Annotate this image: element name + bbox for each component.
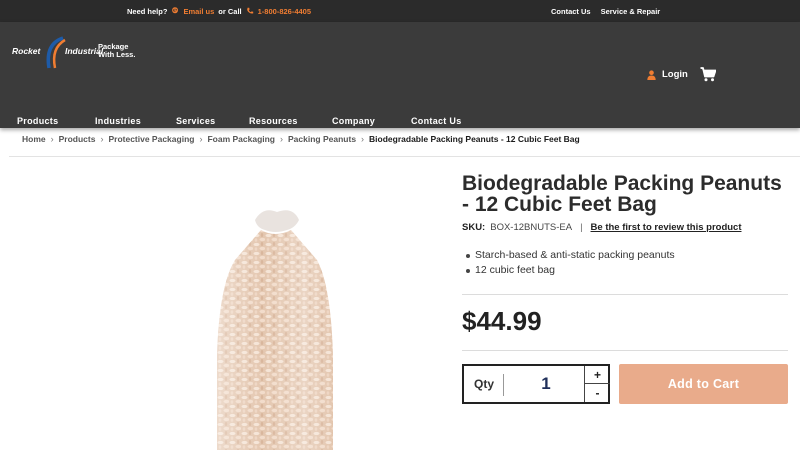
review-link[interactable]: Be the first to review this product — [591, 222, 742, 233]
logo-tagline-line2: With Less. — [98, 50, 136, 59]
main-nav: Products Industries Services Resources C… — [0, 116, 800, 130]
breadcrumb-home[interactable]: Home — [22, 134, 46, 144]
nav-contact-us[interactable]: Contact Us — [411, 116, 462, 126]
sku-label: SKU: — [462, 222, 486, 233]
login-link[interactable]: Login — [647, 69, 688, 80]
breadcrumb-foam-packaging[interactable]: Foam Packaging — [207, 134, 275, 144]
breadcrumb-products[interactable]: Products — [59, 134, 96, 144]
breadcrumb-packing-peanuts[interactable]: Packing Peanuts — [288, 134, 356, 144]
help-contact: Need help? Email us or Call 1-800-826-44… — [127, 0, 311, 22]
qty-separator — [503, 374, 504, 396]
list-item: Starch-based & anti-static packing peanu… — [466, 248, 675, 263]
quantity-stepper: Qty + - — [462, 364, 610, 404]
nav-resources[interactable]: Resources — [249, 116, 298, 126]
qty-decrement-button[interactable]: - — [585, 384, 610, 402]
phone-link[interactable]: 1-800-826-4405 — [258, 7, 311, 16]
breadcrumb-separator-icon: › — [199, 134, 203, 144]
qty-input[interactable] — [508, 372, 584, 396]
breadcrumb-separator-icon: › — [100, 134, 104, 144]
site-header: Rocket Industrial Package With Less. Log… — [0, 22, 800, 128]
breadcrumb-protective-packaging[interactable]: Protective Packaging — [108, 134, 194, 144]
qty-label: Qty — [474, 377, 495, 391]
add-to-cart-button[interactable]: Add to Cart — [619, 364, 788, 404]
login-label: Login — [662, 69, 688, 80]
product-sku-row: SKU: BOX-12BNUTS-EA | Be the first to re… — [462, 222, 742, 233]
product-image[interactable] — [205, 206, 350, 450]
nav-industries[interactable]: Industries — [95, 116, 141, 126]
divider — [462, 350, 788, 351]
top-utility-bar: Need help? Email us or Call 1-800-826-44… — [0, 0, 800, 22]
list-item: 12 cubic feet bag — [466, 263, 675, 278]
sku-value: BOX-12BNUTS-EA — [490, 222, 573, 233]
breadcrumb-current: Biodegradable Packing Peanuts - 12 Cubic… — [369, 134, 580, 144]
email-link[interactable]: Email us — [183, 7, 214, 16]
breadcrumb-divider — [9, 156, 800, 157]
breadcrumb-separator-icon: › — [280, 134, 284, 144]
product-price: $44.99 — [462, 306, 542, 336]
nav-services[interactable]: Services — [176, 116, 215, 126]
cart-icon[interactable] — [700, 67, 716, 82]
need-help-text: Need help? — [127, 6, 168, 16]
nav-products[interactable]: Products — [17, 116, 58, 126]
feature-list: Starch-based & anti-static packing peanu… — [466, 248, 675, 278]
nav-company[interactable]: Company — [332, 116, 375, 126]
breadcrumb-separator-icon: › — [361, 134, 365, 144]
breadcrumb: Home › Products › Protective Packaging ›… — [22, 134, 580, 144]
logo-tagline: Package With Less. — [98, 43, 135, 59]
top-contact-us-link[interactable]: Contact Us — [551, 7, 591, 16]
logo-rocket-text: Rocket — [12, 46, 41, 56]
service-repair-link[interactable]: Service & Repair — [601, 7, 661, 16]
divider — [462, 294, 788, 295]
qty-steps: + - — [584, 366, 610, 402]
qty-increment-button[interactable]: + — [585, 366, 610, 384]
phone-icon — [246, 7, 253, 14]
or-call-text: or Call — [218, 6, 242, 16]
mail-icon — [172, 7, 179, 14]
product-image-area — [9, 160, 449, 450]
site-logo[interactable]: Rocket Industrial Package With Less. — [12, 36, 142, 70]
breadcrumb-separator-icon: › — [50, 134, 54, 144]
product-title: Biodegradable Packing Peanuts - 12 Cubic… — [462, 172, 782, 216]
user-icon — [647, 69, 656, 80]
sku-separator: | — [580, 222, 583, 233]
